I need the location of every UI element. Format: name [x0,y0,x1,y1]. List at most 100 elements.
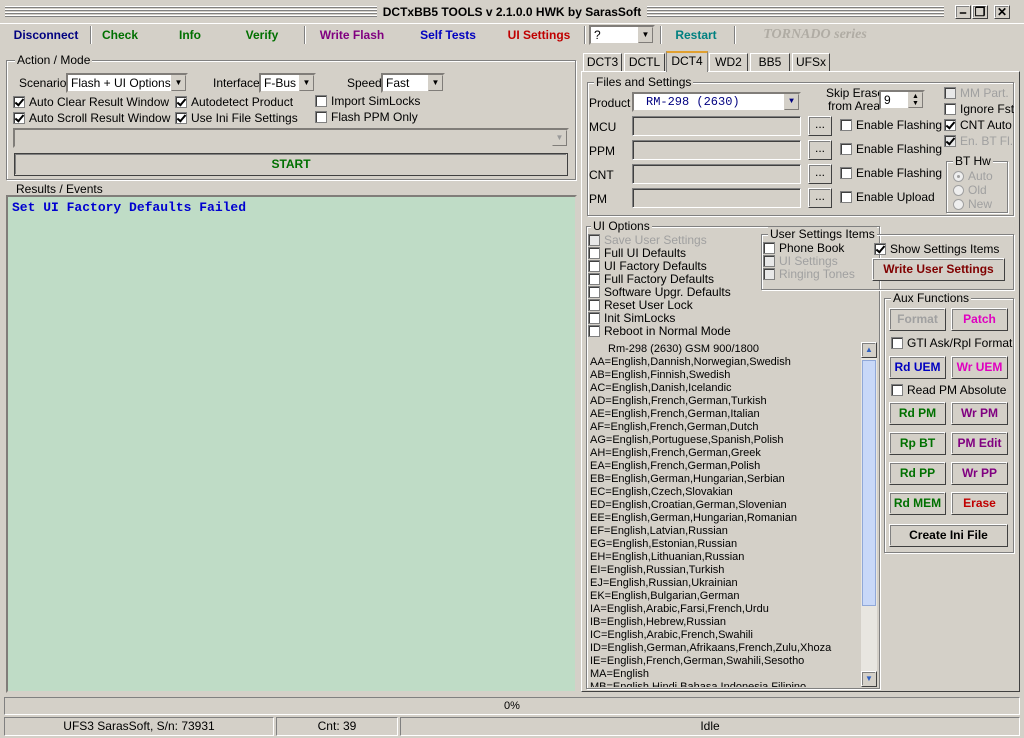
ppm-field[interactable] [632,140,801,160]
import-simlocks-checkbox[interactable]: Import SimLocks [315,95,420,108]
rd-mem-button[interactable]: Rd MEM [889,492,946,515]
self-tests-button[interactable]: Self Tests [408,24,488,46]
bt-new-radio[interactable]: New [953,197,992,211]
title-bar: DCTxBB5 TOOLS v 2.1.0.0 HWK by SarasSoft… [0,0,1024,24]
wr-uem-button[interactable]: Wr UEM [951,356,1008,379]
scroll-up-icon[interactable]: ▲ [861,342,877,358]
from-area-label: from Area [828,99,881,113]
language-line: ID=English,German,Afrikaans,French,Zulu,… [590,642,832,654]
language-scrollbar[interactable]: ▲ ▼ [861,342,877,687]
chevron-down-icon: ▼ [428,75,443,91]
pm-browse-button[interactable]: ... [808,188,832,208]
language-line: IB=English,Hebrew,Russian [590,616,727,628]
language-line: EK=English,Bulgarian,German [590,590,740,602]
tab-dctl[interactable]: DCTL [624,53,665,71]
tab-wd2[interactable]: WD2 [709,53,748,71]
en-bt-fl-checkbox[interactable]: En. BT Fl. [944,135,1013,148]
verify-button[interactable]: Verify [236,24,288,46]
write-flash-button[interactable]: Write Flash [310,24,394,46]
cnt-browse-button[interactable]: ... [808,164,832,184]
language-list[interactable]: Rm-298 (2630) GSM 900/1800 AA=English,Da… [588,341,876,687]
language-line: AH=English,French,German,Greek [590,447,761,459]
scroll-down-icon[interactable]: ▼ [861,671,877,687]
restore-button[interactable]: ❐ [972,5,988,19]
info-button[interactable]: Info [164,24,216,46]
mm-part-checkbox[interactable]: MM Part. [944,87,1009,100]
erase-button[interactable]: Erase [951,492,1008,515]
language-line: EH=English,Lithuanian,Russian [590,551,745,563]
mcu-field[interactable] [632,116,801,136]
ppm-browse-button[interactable]: ... [808,140,832,160]
main-toolbar: Disconnect Check Info Verify Write Flash… [4,24,1020,48]
ui-settings-button[interactable]: UI Settings [500,24,578,46]
status-count: Cnt: 39 [276,717,398,736]
file-path-select[interactable]: ▼ [13,128,569,148]
minimize-button[interactable]: ⎯ [955,5,971,19]
auto-scroll-checkbox[interactable]: Auto Scroll Result Window [13,112,170,125]
scroll-thumb[interactable] [862,360,876,606]
read-pm-absolute-checkbox[interactable]: Read PM Absolute [891,384,1006,397]
ignore-fst-checkbox[interactable]: Ignore Fst [944,103,1014,116]
auto-clear-checkbox[interactable]: Auto Clear Result Window [13,96,169,109]
start-button[interactable]: START [14,153,568,176]
format-button[interactable]: Format [889,308,946,331]
cnt-label: CNT [589,168,614,182]
results-window[interactable]: Set UI Factory Defaults Failed [6,195,577,693]
mcu-enable-flashing-checkbox[interactable]: Enable Flashing [840,119,942,132]
wr-pp-button[interactable]: Wr PP [951,462,1008,485]
rd-uem-button[interactable]: Rd UEM [889,356,946,379]
interface-select[interactable]: F-Bus ▼ [259,73,316,93]
disconnect-button[interactable]: Disconnect [6,24,86,46]
scenario-label: Scenario [19,76,67,90]
wr-pm-button[interactable]: Wr PM [951,402,1008,425]
tab-bb5[interactable]: BB5 [750,53,790,71]
rp-bt-button[interactable]: Rp BT [889,432,946,455]
patch-button[interactable]: Patch [951,308,1008,331]
ringing-tones-checkbox[interactable]: Ringing Tones [763,268,855,281]
status-bar: UFS3 SarasSoft, S/n: 73931 Cnt: 39 Idle [2,717,1022,737]
progress-bar: 0% [4,697,1020,715]
product-select[interactable]: RM-298 (2630) ▼ [632,92,801,112]
chevron-down-icon: ▼ [638,27,653,43]
flash-ppm-only-checkbox[interactable]: Flash PPM Only [315,111,418,124]
check-button[interactable]: Check [94,24,146,46]
language-line: AB=English,Finnish,Swedish [590,369,731,381]
ui-options-label: UI Options [591,219,652,233]
skip-erase-spinner[interactable]: 9 ▲ ▼ [879,90,925,110]
language-list-header: Rm-298 (2630) GSM 900/1800 [608,343,760,355]
bt-auto-radio[interactable]: Auto [953,169,993,183]
results-label: Results / Events [16,182,103,196]
scenario-select[interactable]: Flash + UI Options ▼ [66,73,188,93]
pm-edit-button[interactable]: PM Edit [951,432,1008,455]
rd-pm-button[interactable]: Rd PM [889,402,946,425]
enable-upload-checkbox[interactable]: Enable Upload [840,191,935,204]
speed-select[interactable]: Fast ▼ [381,73,445,93]
language-line: EJ=English,Russian,Ukrainian [590,577,738,589]
bt-old-radio[interactable]: Old [953,183,987,197]
restart-button[interactable]: Restart [666,24,726,46]
close-icon: ✕ [996,5,1008,19]
language-line: AF=English,French,German,Dutch [590,421,759,433]
ppm-enable-flashing-checkbox[interactable]: Enable Flashing [840,143,942,156]
ppm-label: PPM [589,144,616,158]
language-line: EA=English,French,German,Polish [590,460,761,472]
ui-option-checkbox[interactable]: Reboot in Normal Mode [588,325,731,338]
help-select[interactable]: ? ▼ [589,25,655,45]
autodetect-checkbox[interactable]: Autodetect Product [175,96,293,109]
use-ini-checkbox[interactable]: Use Ini File Settings [175,112,298,125]
tab-dct3[interactable]: DCT3 [583,53,622,71]
gti-checkbox[interactable]: GTI Ask/Rpl Format [891,337,1012,350]
pm-field[interactable] [632,188,801,208]
show-settings-items-checkbox[interactable]: Show Settings Items [874,243,999,256]
mcu-browse-button[interactable]: ... [808,116,832,136]
close-button[interactable]: ✕ [994,5,1010,19]
tab-ufsx[interactable]: UFSx [792,53,830,71]
write-user-settings-button[interactable]: Write User Settings [872,258,1005,281]
status-state: Idle [400,717,1020,736]
cnt-auto-checkbox[interactable]: CNT Auto [944,119,1012,132]
tab-dct4[interactable]: DCT4 [666,51,708,72]
rd-pp-button[interactable]: Rd PP [889,462,946,485]
cnt-field[interactable] [632,164,801,184]
cnt-enable-flashing-checkbox[interactable]: Enable Flashing [840,167,942,180]
create-ini-file-button[interactable]: Create Ini File [889,524,1008,547]
